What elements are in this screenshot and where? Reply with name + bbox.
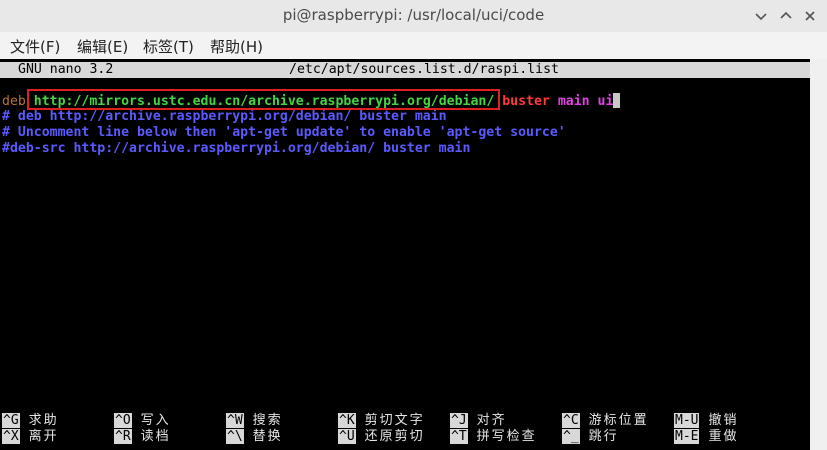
shortcut-label: 搜索 xyxy=(252,413,283,428)
shortcut-label: 离开 xyxy=(28,429,59,444)
shortcut-label: 对齐 xyxy=(476,413,507,428)
shortcut-uncut[interactable]: ^U 还原剪切 xyxy=(338,429,425,445)
shortcut-key: ^R xyxy=(114,429,132,444)
close-icon[interactable] xyxy=(801,7,819,25)
url-highlight-box xyxy=(27,89,500,110)
shortcut-key: ^U xyxy=(338,429,356,444)
editor-line-2[interactable]: # deb http://archive.raspberrypi.org/deb… xyxy=(2,109,447,125)
window-title: pi@raspberrypi: /usr/local/uci/code xyxy=(282,6,545,24)
nano-header: GNU nano 3.2 /etc/apt/sources.list.d/ras… xyxy=(0,62,810,78)
component-main: main xyxy=(557,94,590,109)
shortcut-label: 还原剪切 xyxy=(364,429,425,444)
editor-line-3[interactable]: # Uncomment line below then 'apt-get upd… xyxy=(2,125,566,141)
shortcut-label: 拼写检查 xyxy=(476,429,537,444)
shortcut-cut[interactable]: ^K 剪切文字 xyxy=(338,413,425,429)
shortcut-key: ^_ xyxy=(562,429,580,444)
shortcut-help[interactable]: ^G 求助 xyxy=(2,413,59,429)
shortcut-key: ^\ xyxy=(226,429,244,444)
menu-edit[interactable]: 编辑(E) xyxy=(77,36,128,57)
maximize-icon[interactable] xyxy=(777,7,795,25)
scrollbar[interactable] xyxy=(810,59,827,450)
shortcut-label: 剪切文字 xyxy=(364,413,425,428)
shortcut-label: 重做 xyxy=(708,429,739,444)
shortcut-search[interactable]: ^W 搜索 xyxy=(226,413,283,429)
shortcut-label: 替换 xyxy=(252,429,283,444)
menu-help[interactable]: 帮助(H) xyxy=(210,36,263,57)
shortcut-label: 读档 xyxy=(140,429,171,444)
shortcut-undo[interactable]: M-U 撤销 xyxy=(674,413,739,429)
shortcut-key: ^T xyxy=(450,429,468,444)
menu-tabs[interactable]: 标签(T) xyxy=(143,36,194,57)
shortcut-key: M-U xyxy=(674,413,700,428)
dist-name: buster xyxy=(502,94,550,109)
shortcut-write[interactable]: ^O 写入 xyxy=(114,413,171,429)
shortcut-replace[interactable]: ^\ 替换 xyxy=(226,429,283,445)
shortcut-key: ^O xyxy=(114,413,132,428)
shortcut-justify[interactable]: ^J 对齐 xyxy=(450,413,507,429)
shortcut-key: ^X xyxy=(2,429,20,444)
shortcut-key: ^G xyxy=(2,413,20,428)
shortcut-exit[interactable]: ^X 离开 xyxy=(2,429,59,445)
shortcut-label: 跳行 xyxy=(588,429,619,444)
shortcut-label: 求助 xyxy=(28,413,59,428)
title-bar: pi@raspberrypi: /usr/local/uci/code xyxy=(0,0,827,32)
deb-keyword: deb xyxy=(2,94,26,109)
shortcut-key: M-E xyxy=(674,429,700,444)
shortcut-key: ^W xyxy=(226,413,244,428)
shortcut-key: ^C xyxy=(562,413,580,428)
shortcut-label: 写入 xyxy=(140,413,171,428)
component-ui: ui xyxy=(597,94,614,109)
minimize-icon[interactable] xyxy=(752,7,770,25)
shortcut-label: 撤销 xyxy=(708,413,739,428)
nano-version: GNU nano 3.2 xyxy=(18,62,114,77)
menu-bar: 文件(F) 编辑(E) 标签(T) 帮助(H) xyxy=(0,32,827,59)
shortcut-spell[interactable]: ^T 拼写检查 xyxy=(450,429,537,445)
nano-filename: /etc/apt/sources.list.d/raspi.list xyxy=(289,62,559,77)
menu-file[interactable]: 文件(F) xyxy=(10,36,60,57)
editor-line-4[interactable]: #deb-src http://archive.raspberrypi.org/… xyxy=(2,141,470,157)
text-cursor xyxy=(613,93,621,108)
shortcut-cursor-pos[interactable]: ^C 游标位置 xyxy=(562,413,649,429)
shortcut-key: ^K xyxy=(338,413,356,428)
shortcut-goto-line[interactable]: ^_ 跳行 xyxy=(562,429,619,445)
shortcut-redo[interactable]: M-E 重做 xyxy=(674,429,739,445)
shortcut-label: 游标位置 xyxy=(588,413,649,428)
shortcut-read-file[interactable]: ^R 读档 xyxy=(114,429,171,445)
shortcut-key: ^J xyxy=(450,413,468,428)
